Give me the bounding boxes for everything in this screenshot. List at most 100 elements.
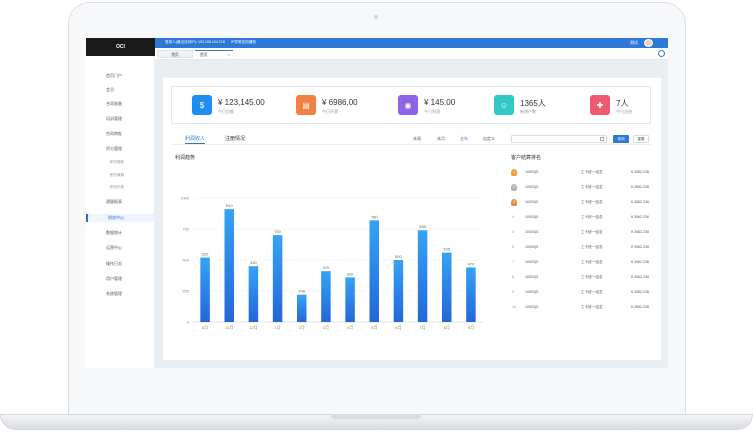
tab-profit-income[interactable]: 利润收入 bbox=[185, 134, 206, 144]
bar-value-label: 240 bbox=[298, 289, 305, 294]
login-info: 登录人(最近访问IP): 192.168.104.216 bbox=[165, 40, 225, 44]
sidebar-item[interactable]: 首页门户 bbox=[86, 72, 155, 80]
chart-title: 利润趋势 bbox=[175, 155, 196, 161]
filter-custom[interactable]: 自定义 bbox=[483, 136, 495, 142]
x-tick-label: 12月 bbox=[249, 325, 257, 330]
x-tick-label: 9月 bbox=[468, 325, 474, 330]
query-button[interactable]: 查询 bbox=[613, 135, 629, 143]
ranking-row[interactable]: 7 10003(5 工卡统一结总 ¥ 3562.236 bbox=[509, 256, 657, 271]
tab-registration[interactable]: 注册情况 bbox=[225, 134, 245, 144]
bar[interactable] bbox=[345, 277, 355, 322]
app-screen: OCI 首页门户会员合同准备培训管理合同审批积分管理积分规则积分商城积分记录通量… bbox=[86, 38, 668, 368]
bar[interactable] bbox=[200, 257, 210, 322]
filter-week[interactable]: 本周 bbox=[413, 136, 421, 142]
sidebar-item[interactable]: 培训管理 bbox=[86, 115, 155, 123]
ip-notice-link[interactable]: IP异常告知通知 bbox=[231, 40, 256, 45]
customer-id: 10003(5 bbox=[525, 185, 539, 189]
customer-name: 工卡统一结总 bbox=[581, 260, 603, 264]
stat-value: ¥ 6986.00 bbox=[322, 98, 358, 107]
bar-value-label: 430 bbox=[250, 260, 257, 265]
ranking-row[interactable]: 5 10003(5 工卡统一结总 ¥ 3562.236 bbox=[509, 226, 657, 241]
sidebar-item[interactable]: 积分记录 bbox=[86, 183, 155, 191]
sidebar-item[interactable]: 操作日志 bbox=[86, 260, 155, 268]
sidebar-item[interactable]: 财务中心 bbox=[86, 214, 155, 222]
sidebar-item[interactable]: 用户管理 bbox=[86, 275, 155, 283]
bar[interactable] bbox=[466, 267, 476, 322]
customer-id: 10003(5 bbox=[525, 245, 539, 249]
sidebar-item[interactable]: 系统管理 bbox=[86, 290, 155, 298]
medal-icon: 2 bbox=[511, 184, 517, 191]
sidebar-item[interactable]: 积分商城 bbox=[86, 171, 155, 179]
bar-value-label: 500 bbox=[395, 254, 402, 259]
settlement-amount: ¥ 3562.236 bbox=[631, 290, 649, 294]
customer-id: 10003(5 bbox=[525, 200, 539, 204]
tab-home[interactable]: 首页 bbox=[157, 50, 193, 58]
settlement-amount: ¥ 3562.236 bbox=[631, 185, 649, 189]
tab-current-label: 首页 bbox=[200, 53, 208, 57]
stat-label: 今日利润 bbox=[424, 109, 440, 114]
user-name[interactable]: 测试 bbox=[630, 40, 638, 46]
sidebar-item[interactable]: 合同准备 bbox=[86, 100, 155, 108]
bar[interactable] bbox=[417, 230, 428, 322]
reset-button[interactable]: 重置 bbox=[633, 135, 649, 143]
medal-icon: 1 bbox=[511, 169, 517, 176]
users-icon: ☺ bbox=[494, 95, 514, 115]
date-range-input[interactable] bbox=[511, 135, 607, 143]
bar[interactable] bbox=[248, 266, 259, 322]
ranking-row[interactable]: 4 10003(5 工卡统一结总 ¥ 3562.236 bbox=[509, 211, 657, 226]
bar[interactable] bbox=[442, 252, 452, 322]
rank-number: 7 bbox=[512, 260, 514, 264]
bar[interactable] bbox=[297, 294, 307, 322]
bar-value-label: 910 bbox=[226, 203, 233, 208]
customer-name: 工卡统一结总 bbox=[581, 215, 603, 219]
sidebar-item[interactable]: 数据统计 bbox=[86, 229, 155, 237]
logo: OCI bbox=[86, 38, 155, 56]
stat-label: 今日总额 bbox=[218, 109, 234, 114]
bar[interactable] bbox=[272, 235, 283, 322]
x-tick-label: 8月 bbox=[444, 325, 450, 330]
bar[interactable] bbox=[393, 260, 404, 322]
tabs-bar: 首页 首页 × bbox=[155, 48, 668, 60]
medal-icon: 3 bbox=[511, 199, 517, 206]
ranking-row[interactable]: 6 10003(5 工卡统一结总 ¥ 3562.236 bbox=[509, 241, 657, 256]
ranking-row[interactable]: 9 10003(5 工卡统一结总 ¥ 3562.236 bbox=[509, 286, 657, 301]
filter-year[interactable]: 全年 bbox=[460, 136, 468, 142]
ranking-row[interactable]: 3 10003(5 工卡统一结总 ¥ 3562.236 bbox=[509, 196, 657, 211]
y-tick-label: 1000 bbox=[180, 196, 190, 201]
rank-number: 10 bbox=[512, 305, 516, 309]
ranking-row[interactable]: 1 10003(5 工卡统一结总 ¥ 3562.236 bbox=[509, 166, 657, 181]
bar-value-label: 525 bbox=[443, 247, 450, 252]
close-icon[interactable]: × bbox=[228, 51, 230, 59]
sidebar-item[interactable]: 通量报表 bbox=[86, 198, 155, 206]
customer-id: 10003(5 bbox=[525, 170, 539, 174]
bar-value-label: 470 bbox=[323, 265, 330, 270]
refresh-icon[interactable] bbox=[658, 50, 665, 57]
stat-label: 今日开票 bbox=[322, 109, 338, 114]
customer-name: 工卡统一结总 bbox=[581, 290, 603, 294]
rank-number: 5 bbox=[512, 230, 514, 234]
customer-name: 工卡统一结总 bbox=[581, 230, 603, 234]
sidebar-item[interactable]: 积分规则 bbox=[86, 158, 155, 166]
bar[interactable] bbox=[369, 220, 380, 322]
bar[interactable] bbox=[224, 209, 235, 322]
sidebar-item[interactable]: 积分管理 bbox=[86, 145, 155, 153]
tab-current[interactable]: 首页 × bbox=[195, 50, 233, 58]
ranking-row[interactable]: 10 10003(5 工卡统一结总 ¥ 3562.236 bbox=[509, 301, 657, 316]
customer-name: 工卡统一结总 bbox=[581, 200, 603, 204]
settlement-amount: ¥ 3562.236 bbox=[631, 215, 649, 219]
x-tick-label: 4月 bbox=[347, 325, 353, 330]
sidebar-item[interactable]: 会员 bbox=[86, 86, 155, 94]
filter-month[interactable]: 本月 bbox=[437, 136, 445, 142]
settlement-amount: ¥ 3562.236 bbox=[631, 200, 649, 204]
y-tick-label: 750 bbox=[182, 227, 189, 232]
bar[interactable] bbox=[321, 271, 331, 322]
ranking-row[interactable]: 8 10003(5 工卡统一结总 ¥ 3562.236 bbox=[509, 271, 657, 286]
ranking-row[interactable]: 2 10003(5 工卡统一结总 ¥ 3562.236 bbox=[509, 181, 657, 196]
sidebar-item[interactable]: 运营中心 bbox=[86, 244, 155, 252]
stat-value: ¥ 123,145.00 bbox=[218, 98, 265, 107]
avatar[interactable] bbox=[644, 39, 653, 47]
sidebar-item[interactable]: 合同审批 bbox=[86, 130, 155, 138]
x-tick-label: 5月 bbox=[371, 325, 377, 330]
section-divider bbox=[171, 144, 651, 145]
dashboard-panel: $ ¥ 123,145.00 今日总额 ▤ ¥ 6986.00 今日开票 ◉ ¥ 145.00… bbox=[163, 78, 661, 360]
